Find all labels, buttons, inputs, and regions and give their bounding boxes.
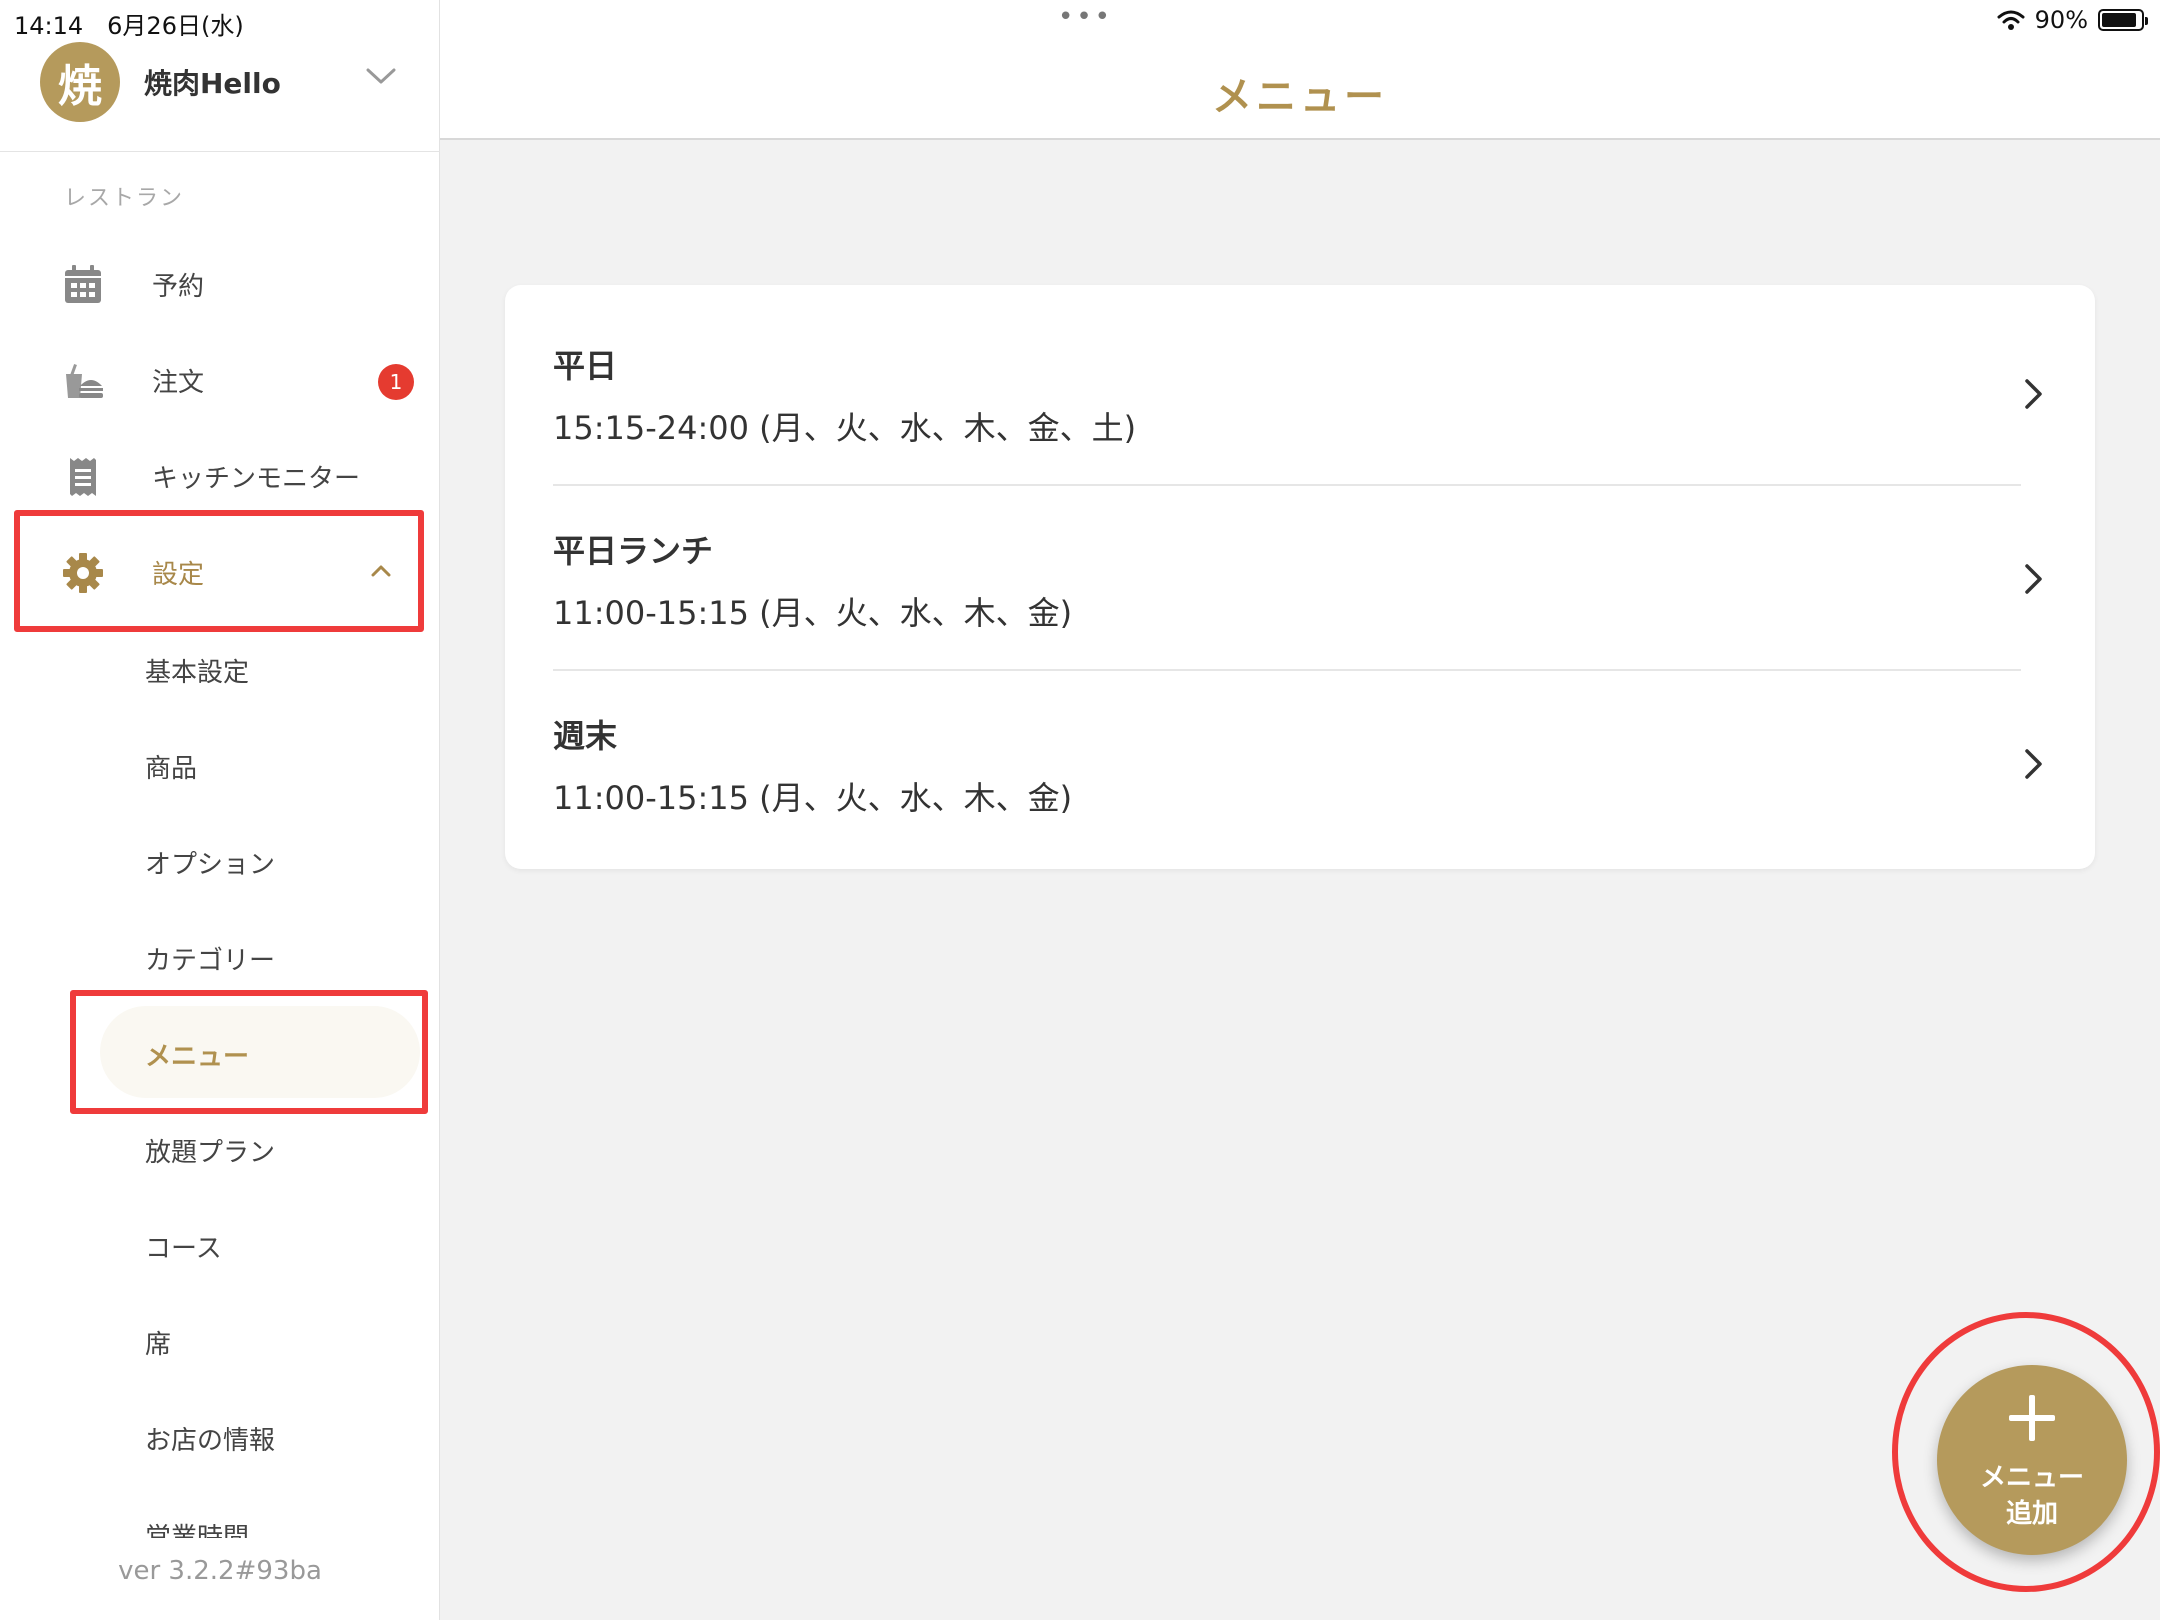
menu-name: 週末 <box>553 717 618 755</box>
plus-icon <box>2009 1395 2055 1441</box>
sub-item-all-you-can-plans[interactable]: 放題プラン <box>100 1102 420 1194</box>
sub-item-label: 席 <box>145 1330 172 1360</box>
account-name: 焼肉Hello <box>144 67 281 100</box>
status-time: 14:14 6月26日(水) <box>14 12 244 40</box>
sub-item-label: オプション <box>145 850 276 880</box>
avatar: 焼 <box>40 42 120 122</box>
menu-row-weekday[interactable]: 平日 15:15-24:00 (月、火、水、木、金、土) <box>505 285 2095 470</box>
nav-label: 設定 <box>152 560 205 590</box>
wifi-icon <box>1997 10 2025 30</box>
add-menu-label-line2: 追加 <box>2005 1498 2058 1528</box>
calendar-icon <box>65 265 101 303</box>
status-right: 90% <box>1997 6 2148 34</box>
sub-item-label: 基本設定 <box>145 658 250 688</box>
sub-item-options[interactable]: オプション <box>100 814 420 906</box>
menu-list-card: 平日 15:15-24:00 (月、火、水、木、金、土) 平日ランチ 11:00… <box>505 285 2095 869</box>
nav-label: 予約 <box>152 272 205 302</box>
add-menu-button[interactable]: メニュー 追加 <box>1937 1365 2127 1555</box>
chevron-up-icon <box>371 565 391 577</box>
menu-schedule: 15:15-24:00 (月、火、水、木、金、土) <box>553 409 1137 447</box>
sub-item-label: コース <box>145 1234 222 1264</box>
order-icon <box>66 364 103 398</box>
sub-item-label: お店の情報 <box>145 1426 276 1456</box>
menu-schedule: 11:00-15:15 (月、火、水、木、金) <box>553 779 1073 817</box>
sub-item-label: 商品 <box>145 754 198 784</box>
sub-item-label: カテゴリー <box>145 946 276 976</box>
sub-item-business-hours[interactable]: 営業時間 <box>145 1518 249 1538</box>
sub-item-menu[interactable]: メニュー <box>100 1006 420 1098</box>
multitask-dots-icon[interactable]: ••• <box>1058 2 1113 32</box>
receipt-icon <box>70 458 96 496</box>
sub-item-label: 放題プラン <box>145 1138 276 1168</box>
sub-item-products[interactable]: 商品 <box>100 718 420 810</box>
sub-item-seats[interactable]: 席 <box>100 1294 420 1386</box>
nav-item-reservation[interactable]: 予約 <box>0 236 440 332</box>
sub-item-basic-settings[interactable]: 基本設定 <box>100 622 420 714</box>
nav-label: キッチンモニター <box>152 464 361 494</box>
sub-item-label: メニュー <box>145 1042 250 1072</box>
chevron-right-icon <box>2025 749 2042 779</box>
page-title: メニュー <box>1212 74 1388 120</box>
status-bar: 14:14 6月26日(水) ••• 90% <box>0 0 2160 40</box>
menu-schedule: 11:00-15:15 (月、火、水、木、金) <box>553 594 1073 632</box>
sub-item-courses[interactable]: コース <box>100 1198 420 1290</box>
notification-badge: 1 <box>378 364 414 400</box>
nav-item-kitchen-monitor[interactable]: キッチンモニター <box>0 428 440 524</box>
add-menu-label-line1: メニュー <box>1979 1462 2084 1492</box>
nav-label: 注文 <box>152 368 205 398</box>
chevron-right-icon <box>2025 379 2042 409</box>
sidebar: 焼 焼肉Hello レストラン 予約 注文 1 キッチンモニター 設定 基本設定… <box>0 0 440 1620</box>
menu-name: 平日ランチ <box>553 532 714 570</box>
section-label: レストラン <box>64 186 185 211</box>
nav-item-orders[interactable]: 注文 1 <box>0 332 440 428</box>
gear-icon <box>63 553 103 593</box>
sub-item-categories[interactable]: カテゴリー <box>100 910 420 1002</box>
sub-item-store-info[interactable]: お店の情報 <box>100 1390 420 1482</box>
nav-item-settings[interactable]: 設定 <box>0 524 440 620</box>
app-version: ver 3.2.2#93ba <box>118 1556 322 1586</box>
battery-percent: 90% <box>2034 6 2088 34</box>
menu-name: 平日 <box>553 347 618 385</box>
battery-fill <box>2102 13 2137 27</box>
menu-row-weekday-lunch[interactable]: 平日ランチ 11:00-15:15 (月、火、水、木、金) <box>505 470 2095 655</box>
chevron-down-icon[interactable] <box>364 64 398 88</box>
chevron-right-icon <box>2025 564 2042 594</box>
menu-row-weekend[interactable]: 週末 11:00-15:15 (月、火、水、木、金) <box>505 655 2095 840</box>
battery-icon <box>2098 9 2148 31</box>
